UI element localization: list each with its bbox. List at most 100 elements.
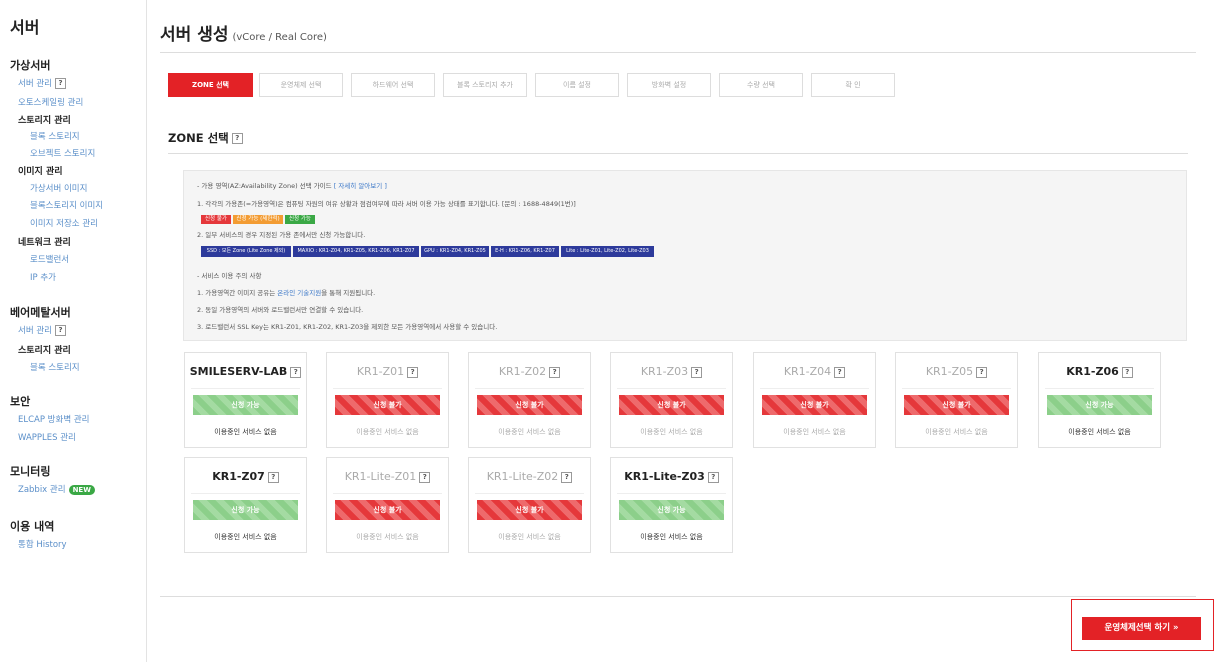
sidebar-item-autoscaling[interactable]: 오토스케일링 관리 (18, 96, 83, 108)
step-tab[interactable]: ZONE 선택 (168, 73, 253, 97)
page-subtitle: (vCore / Real Core) (232, 32, 327, 43)
card-divider (1045, 388, 1154, 389)
help-icon[interactable]: ? (54, 325, 66, 336)
zone-tag-ssd: SSD : 모든 Zone (Lite Zone 제외) (201, 246, 291, 257)
zone-card[interactable]: KR1-Lite-Z02? 신청 불가 이용중인 서비스 없음 (468, 457, 591, 553)
page-title: 서버 생성 (vCore / Real Core) (160, 20, 327, 45)
zone-name: KR1-Lite-Z01? (327, 470, 448, 483)
zone-tag-maxio: MAXIO : KR1-Z04, KR1-Z05, KR1-Z06, KR1-Z… (293, 246, 419, 257)
sidebar-item-vserver-image[interactable]: 가상서버 이미지 (30, 182, 87, 194)
sidebar-item-bm-server-mgmt[interactable]: 서버 관리? (18, 324, 66, 336)
zone-name-text: SMILESERV-LAB (189, 365, 288, 378)
zone-name-text: KR1-Z01 (356, 365, 405, 378)
guide-heading: - 가용 영역(AZ:Availability Zone) 선택 가이드 [ 자… (197, 180, 387, 190)
sidebar-item-block-image[interactable]: 블록스토리지 이미지 (30, 199, 103, 211)
sidebar-item-label: 서버 관리 (18, 79, 52, 89)
zone-name-text: KR1-Lite-Z01 (344, 470, 417, 483)
help-icon[interactable]: ? (561, 471, 573, 483)
zone-service-status: 이용중인 서비스 없음 (640, 533, 703, 541)
zone-name: KR1-Z03? (611, 365, 732, 378)
help-icon[interactable]: ? (419, 471, 431, 483)
legend-unavailable: 신청 불가 (201, 215, 231, 224)
section-title: ZONE 선택? (168, 130, 243, 146)
zone-apply-button: 신청 불가 (477, 500, 582, 520)
sidebar-item-wapples[interactable]: WAPPLES 관리 (18, 431, 76, 443)
step-tab[interactable]: 방화벽 설정 (627, 73, 711, 97)
step-tab[interactable]: 하드웨어 선택 (351, 73, 435, 97)
help-icon[interactable]: ? (54, 78, 66, 89)
help-icon[interactable]: ? (976, 366, 988, 378)
legend-available: 신청 가능 (285, 215, 315, 224)
caution-line-1: 1. 가용영역간 이미지 공유는 온라인 기술지원을 통해 지원됩니다. (197, 287, 375, 297)
sidebar-section-security: 보안 (10, 395, 31, 408)
help-icon[interactable]: ? (691, 366, 703, 378)
sidebar-item-object-storage[interactable]: 오브젝트 스토리지 (30, 147, 95, 159)
sidebar: 서버 가상서버 서버 관리? 오토스케일링 관리 스토리지 관리 블록 스토리지… (0, 0, 147, 662)
sidebar-item-bm-block-storage[interactable]: 블록 스토리지 (30, 361, 80, 373)
sidebar-item-image-store[interactable]: 이미지 저장소 관리 (30, 217, 98, 229)
zone-card[interactable]: KR1-Z01? 신청 불가 이용중인 서비스 없음 (326, 352, 449, 448)
zone-service-status: 이용중인 서비스 없음 (214, 533, 277, 541)
zone-apply-button: 신청 불가 (335, 395, 440, 415)
zone-card[interactable]: KR1-Z05? 신청 불가 이용중인 서비스 없음 (895, 352, 1018, 448)
new-badge: NEW (68, 484, 95, 495)
sidebar-item-block-storage[interactable]: 블록 스토리지 (30, 130, 80, 142)
help-icon[interactable]: ? (549, 366, 561, 378)
zone-apply-button: 신청 불가 (335, 500, 440, 520)
zone-apply-button[interactable]: 신청 가능 (619, 500, 724, 520)
sidebar-group-bm-storage: 스토리지 관리 (18, 346, 71, 356)
help-icon[interactable]: ? (267, 471, 279, 483)
help-icon[interactable]: ? (707, 471, 719, 483)
sidebar-title: 서버 (10, 18, 40, 37)
online-support-link[interactable]: 온라인 기술지원 (277, 289, 321, 297)
step-tab[interactable]: 운영체제 선택 (259, 73, 343, 97)
caution-heading: - 서비스 이용 주의 사항 (197, 272, 262, 280)
zone-card[interactable]: KR1-Z02? 신청 불가이용중인 서비스 없음 (468, 352, 591, 448)
card-divider (617, 493, 726, 494)
zone-name: KR1-Z06? (1039, 365, 1160, 378)
zone-name: SMILESERV-LAB? (185, 365, 306, 378)
zone-card[interactable]: SMILESERV-LAB? 신청 가능 이용중인 서비스 없음 (184, 352, 307, 448)
help-icon[interactable]: ? (834, 366, 846, 378)
guide-line-1: 1. 각각의 가용존(=가용영역)은 컴퓨팅 자원의 여유 상황과 점검여부에 … (197, 200, 576, 208)
guide-detail-link[interactable]: [ 자세히 알아보기 ] (334, 182, 387, 190)
step-tab[interactable]: 이름 설정 (535, 73, 619, 97)
help-icon[interactable]: ? (1121, 366, 1133, 378)
zone-name-text: KR1-Lite-Z03 (624, 470, 705, 483)
card-divider (617, 388, 726, 389)
zone-apply-button: 신청 불가 (477, 395, 582, 415)
zone-name-text: KR1-Z06 (1066, 365, 1119, 378)
help-icon[interactable]: ? (290, 366, 302, 378)
zone-service-status: 이용중인 서비스 없음 (498, 428, 561, 436)
step-tab[interactable]: 블록 스토리지 추가 (443, 73, 527, 97)
sidebar-section-virtual: 가상서버 (10, 59, 51, 72)
zone-apply-button[interactable]: 신청 가능 (1047, 395, 1152, 415)
sidebar-item-ip-add[interactable]: IP 추가 (30, 271, 56, 283)
help-icon[interactable]: ? (407, 366, 419, 378)
help-icon[interactable]: ? (231, 133, 243, 144)
sidebar-item-load-balancer[interactable]: 로드밸런서 (30, 253, 69, 265)
zone-card[interactable]: KR1-Z06? 신청 가능 이용중인 서비스 없음 (1038, 352, 1161, 448)
zone-name: KR1-Z07? (185, 470, 306, 483)
sidebar-item-server-mgmt[interactable]: 서버 관리? (18, 77, 66, 89)
caution-line-3: 3. 로드밸런서 SSL Key는 KR1-Z01, KR1-Z02, KR1-… (197, 323, 498, 331)
sidebar-item-history[interactable]: 통합 History (18, 538, 67, 550)
zone-card[interactable]: KR1-Z07? 신청 가능이용중인 서비스 없음 (184, 457, 307, 553)
zone-name-text: KR1-Z02 (498, 365, 547, 378)
zone-card[interactable]: KR1-Lite-Z03? 신청 가능이용중인 서비스 없음 (610, 457, 733, 553)
zone-apply-button[interactable]: 신청 가능 (193, 395, 298, 415)
sidebar-item-elcap[interactable]: ELCAP 방화벽 관리 (18, 413, 90, 425)
sidebar-group-network: 네트워크 관리 (18, 238, 71, 248)
caution-line-2: 2. 동일 가용영역의 서버와 로드밸런서만 연결할 수 있습니다. (197, 306, 364, 314)
zone-card[interactable]: KR1-Z03? 신청 불가 이용중인 서비스 없음 (610, 352, 733, 448)
zone-card[interactable]: KR1-Z04? 신청 불가 이용중인 서비스 없음 (753, 352, 876, 448)
card-divider (191, 493, 300, 494)
zone-card[interactable]: KR1-Lite-Z01? 신청 불가 이용중인 서비스 없음 (326, 457, 449, 553)
zone-tag-eh: E-H : KR1-Z06, KR1-Z07 (491, 246, 559, 257)
zone-apply-button[interactable]: 신청 가능 (193, 500, 298, 520)
step-tab[interactable]: 수량 선택 (719, 73, 803, 97)
step-tab[interactable]: 확 인 (811, 73, 895, 97)
next-os-select-button[interactable]: 운영체제선택 하기 » (1082, 617, 1201, 640)
guide-heading-text: - 가용 영역(AZ:Availability Zone) 선택 가이드 (197, 182, 332, 190)
sidebar-item-zabbix[interactable]: Zabbix 관리 NEW (18, 483, 95, 495)
